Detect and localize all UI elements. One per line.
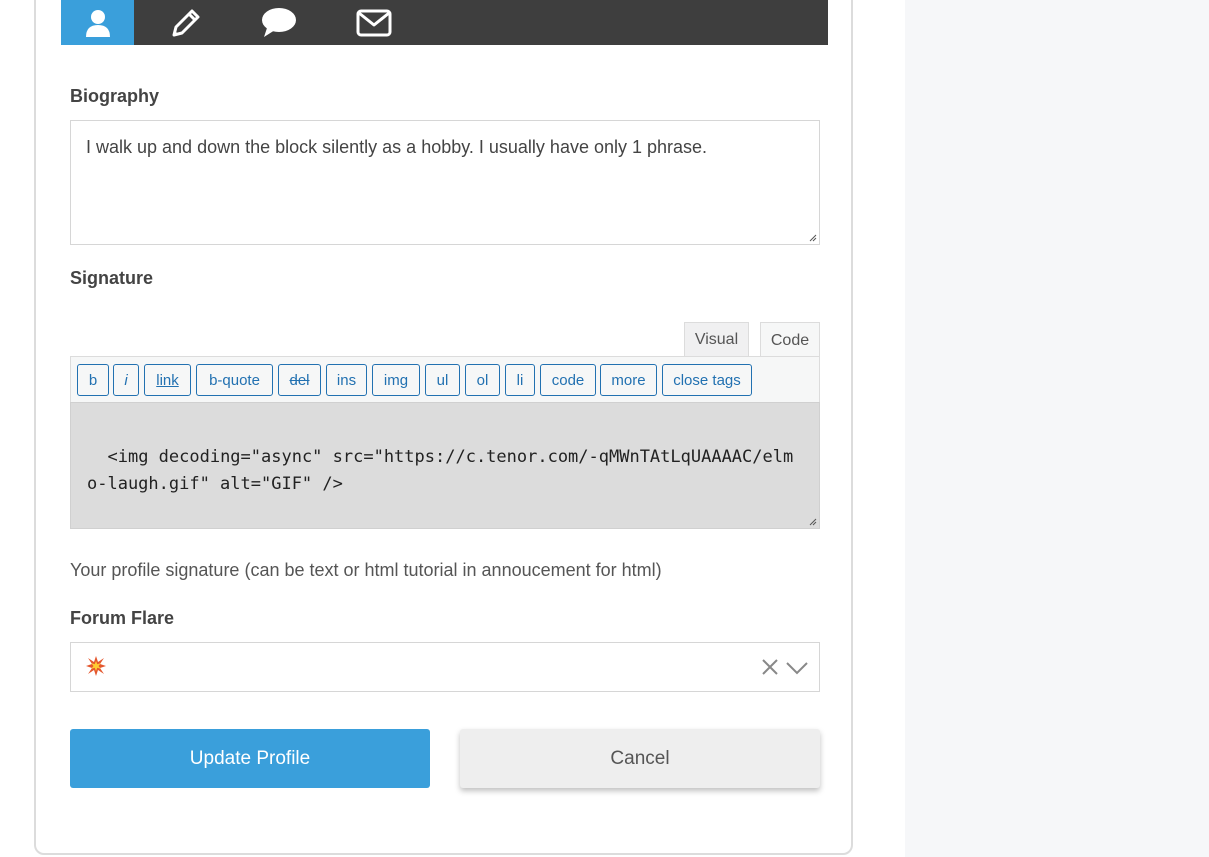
forum-flare-select[interactable]	[70, 642, 820, 692]
biography-textarea[interactable]: I walk up and down the block silently as…	[70, 120, 820, 245]
qt-italic-button[interactable]: i	[113, 364, 139, 396]
pencil-icon	[172, 9, 199, 36]
qt-li-button[interactable]: li	[505, 364, 535, 396]
qt-ins-button[interactable]: ins	[326, 364, 367, 396]
collision-icon	[86, 656, 106, 676]
qt-ol-button[interactable]: ol	[465, 364, 500, 396]
signature-label: Signature	[70, 268, 154, 288]
clear-selection-icon[interactable]	[761, 658, 779, 676]
tab-profile[interactable]	[61, 0, 134, 45]
qt-bquote-button[interactable]: b-quote	[196, 364, 273, 396]
update-profile-button[interactable]: Update Profile	[70, 729, 430, 788]
profile-tab-bar	[61, 0, 828, 45]
resize-handle-icon[interactable]	[807, 232, 817, 242]
speech-bubble-icon	[261, 7, 296, 37]
biography-text: I walk up and down the block silently as…	[86, 137, 708, 157]
envelope-icon	[356, 9, 391, 36]
qt-bold-button[interactable]: b	[77, 364, 109, 396]
qt-img-button[interactable]: img	[372, 364, 420, 396]
biography-label: Biography	[70, 86, 160, 106]
cancel-button[interactable]: Cancel	[460, 729, 820, 788]
tab-mail[interactable]	[337, 0, 410, 45]
tab-code[interactable]: Code	[760, 322, 820, 358]
signature-code-textarea[interactable]: <img decoding="async" src="https://c.ten…	[70, 402, 820, 529]
qt-code-button[interactable]: code	[540, 364, 596, 396]
tab-visual[interactable]: Visual	[684, 322, 749, 357]
signature-code-text: <img decoding="async" src="https://c.ten…	[87, 447, 794, 494]
qt-del-button[interactable]: del	[278, 364, 321, 396]
chevron-down-icon[interactable]	[785, 660, 809, 676]
quicktags-toolbar: b i link b-quote del ins img ul ol li co…	[70, 356, 820, 403]
forum-flare-label: Forum Flare	[70, 608, 175, 628]
qt-more-button[interactable]: more	[600, 364, 657, 396]
qt-ul-button[interactable]: ul	[425, 364, 460, 396]
signature-help-text: Your profile signature (can be text or h…	[70, 560, 662, 580]
user-icon	[85, 9, 110, 37]
qt-close-tags-button[interactable]: close tags	[662, 364, 752, 396]
right-sidebar-panel	[905, 0, 1209, 857]
resize-handle-icon[interactable]	[807, 516, 817, 526]
qt-link-button[interactable]: link	[144, 364, 191, 396]
tab-edit[interactable]	[149, 0, 222, 45]
tab-messages[interactable]	[242, 0, 315, 45]
